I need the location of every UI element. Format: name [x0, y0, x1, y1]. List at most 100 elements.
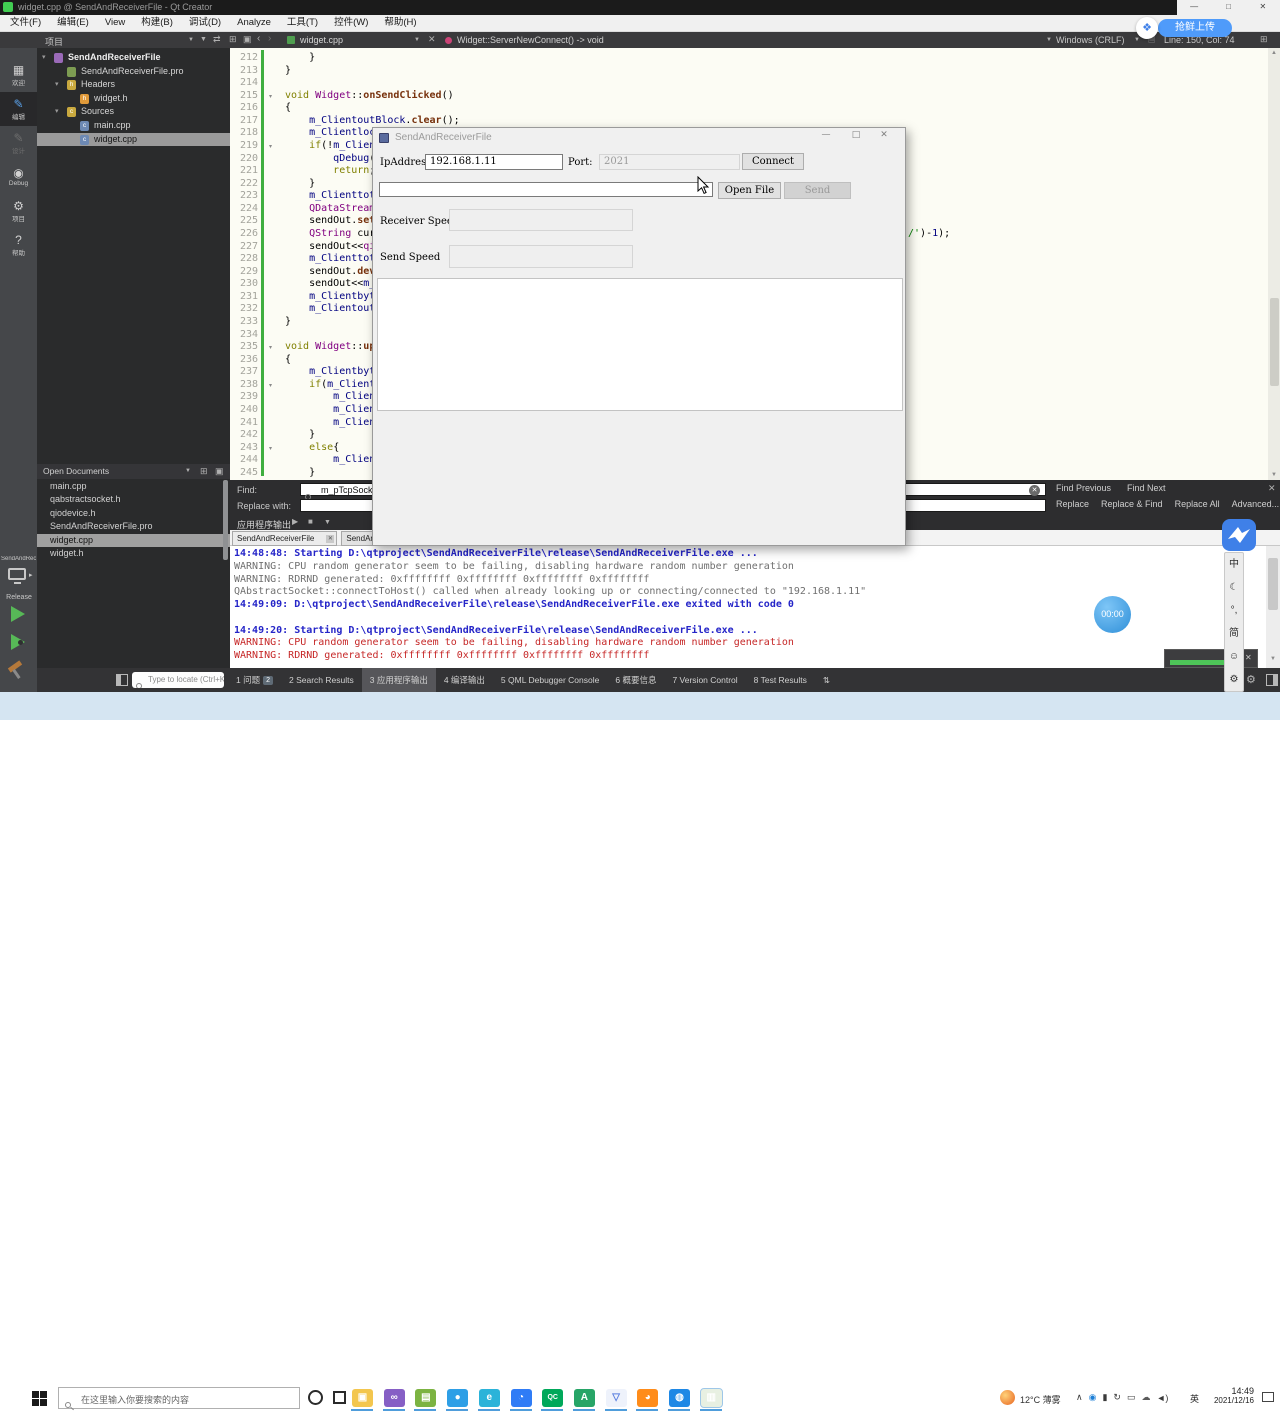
panel-icon[interactable]: ▣ — [243, 35, 252, 44]
encoding-selector[interactable]: Windows (CRLF) — [1056, 35, 1125, 45]
weather-icon[interactable] — [1000, 1390, 1015, 1405]
upload-badge[interactable]: 抢鲜上传 — [1158, 19, 1232, 37]
menu-item-3[interactable]: 构建(B) — [133, 15, 181, 31]
ime-moon-icon[interactable]: ☾ — [1230, 582, 1239, 593]
maximize-icon[interactable]: □ — [1211, 0, 1245, 15]
ime-simplified[interactable]: 简 — [1229, 628, 1239, 639]
taskbar-running-qt-app[interactable]: ▥ — [699, 1388, 723, 1408]
kit-expand-icon[interactable]: ▸ — [29, 571, 33, 579]
pane-button-3-[interactable]: 3 应用程序输出 — [361, 668, 436, 692]
rerun-icon[interactable]: ▶ — [292, 518, 298, 526]
close-progress-icon[interactable]: ✕ — [1245, 653, 1252, 662]
clock[interactable]: 14:49 2021/12/16 — [1202, 1386, 1254, 1405]
clear-find-icon[interactable]: ✕ — [1029, 485, 1040, 496]
open-doc-widget-h[interactable]: widget.h — [37, 547, 230, 560]
taskbar-chart-app[interactable]: ▤ — [415, 1389, 437, 1407]
taskbar-firefox[interactable]: ◕ — [637, 1389, 659, 1407]
weather-temp[interactable]: 12°C 薄雾 — [1020, 1393, 1061, 1406]
right-sidebar-toggle-icon[interactable] — [1266, 674, 1278, 686]
mode-debug[interactable]: ◉ Debug — [0, 160, 37, 194]
fold-marker-icon[interactable]: ▾ — [269, 344, 272, 351]
ip-address-input[interactable]: 192.168.1.11 — [425, 154, 563, 170]
pane-button-1-[interactable]: 1 问题 2 — [228, 668, 281, 692]
menu-item-7[interactable]: 控件(W) — [326, 15, 376, 31]
gear-icon[interactable]: ⚙ — [1246, 673, 1256, 686]
replace-all-button[interactable]: Replace All — [1175, 499, 1220, 509]
tree-item-sendandreceiverfile-pro[interactable]: SendAndReceiverFile.pro — [37, 65, 230, 79]
replace-button[interactable]: Replace — [1056, 499, 1089, 509]
filter-output-icon[interactable]: ▼ — [324, 519, 331, 526]
minimize-icon[interactable]: — — [1177, 0, 1211, 15]
dialog-minimize-icon[interactable]: — — [816, 130, 836, 140]
od-dropdown-icon[interactable]: ▼ — [185, 468, 191, 474]
volume-icon[interactable]: ◄) — [1156, 1393, 1168, 1403]
find-next-button[interactable]: Find Next — [1127, 483, 1166, 493]
screen-record-timer[interactable]: 00:00 — [1094, 596, 1131, 633]
hidden-icons-chevron[interactable]: ∧ — [1076, 1392, 1083, 1403]
editor-scrollbar[interactable]: ▲ ▼ — [1268, 48, 1280, 482]
chevron-down-icon[interactable]: ▼ — [188, 37, 194, 43]
pane-button-7-version-control[interactable]: 7 Version Control — [664, 668, 745, 692]
taskbar-file-explorer[interactable]: ▣ — [352, 1389, 373, 1407]
output-scroll-down-icon[interactable]: ▼ — [1270, 656, 1276, 662]
encoding-dropdown-icon-2[interactable]: ▼ — [1134, 37, 1140, 43]
expand-icon[interactable]: ▾ — [42, 51, 46, 65]
mode-design[interactable]: ✎ 设计 — [0, 126, 37, 160]
connect-button[interactable]: Connect — [742, 153, 804, 170]
scroll-down-icon[interactable]: ▼ — [1271, 472, 1277, 478]
expand-icon[interactable]: ▾ — [55, 105, 59, 119]
cortana-icon[interactable] — [308, 1390, 323, 1405]
taskbar-app-a-green[interactable]: A — [573, 1389, 595, 1407]
mode-help[interactable]: ? 帮助 — [0, 228, 37, 262]
taskbar-app-blue-circle[interactable]: ● — [447, 1389, 469, 1407]
taskbar-edge-browser[interactable]: e — [478, 1389, 500, 1407]
scroll-up-icon[interactable]: ▲ — [1271, 50, 1277, 56]
send-receiver-dialog[interactable]: SendAndReceiverFile — □ ✕ IpAddress: 192… — [372, 127, 906, 546]
microphone-icon[interactable]: ▮ — [1102, 1392, 1107, 1403]
sidebar-toggle-icon[interactable] — [116, 674, 128, 686]
document-dropdown-icon[interactable]: ▼ — [414, 37, 420, 43]
mode-edit[interactable]: ✎ 编辑 — [0, 92, 37, 126]
task-view-icon[interactable] — [333, 1391, 346, 1404]
open-doc-sendandreceiverfile-pro[interactable]: SendAndReceiverFile.pro — [37, 520, 230, 533]
pane-button-8-test-results[interactable]: 8 Test Results — [746, 668, 815, 692]
filter-icon[interactable]: ▼ — [200, 36, 207, 43]
output-scroll-handle[interactable] — [1268, 558, 1278, 610]
encoding-dropdown-icon[interactable]: ▼ — [1046, 37, 1052, 43]
menu-item-0[interactable]: 文件(F) — [2, 15, 49, 31]
fold-marker-icon[interactable]: ▾ — [269, 93, 272, 100]
close-document-icon[interactable]: ✕ — [428, 35, 436, 44]
open-documents-scrollbar[interactable] — [223, 480, 228, 560]
input-language[interactable]: 英 — [1190, 1392, 1199, 1405]
open-doc-qabstractsocket-h[interactable]: qabstractsocket.h — [37, 493, 230, 506]
ime-toolbar[interactable]: 中 ☾ °, 简 ☺ ⚙ — [1224, 552, 1244, 692]
od-split-icon[interactable]: ⊞ — [200, 467, 208, 476]
cloud-icon[interactable]: ☁ — [1141, 1392, 1150, 1403]
start-button[interactable] — [32, 1391, 47, 1406]
taskbar-visual-studio[interactable]: ∞ — [383, 1389, 405, 1407]
tree-item-sources[interactable]: ▾ c Sources — [37, 105, 230, 119]
split-add-icon[interactable]: ⊞ — [229, 35, 237, 44]
menu-item-2[interactable]: View — [97, 15, 133, 31]
netdisk-bird-icon[interactable] — [1222, 519, 1256, 551]
taskbar-baidu-netdisk[interactable]: ◔ — [510, 1389, 532, 1407]
fold-marker-icon[interactable]: ▾ — [269, 143, 272, 150]
forward-icon[interactable]: › — [268, 34, 271, 44]
taskbar-app-blue-2[interactable]: ◍ — [669, 1389, 690, 1407]
sync-icon[interactable]: ⇄ — [213, 35, 221, 44]
menu-item-8[interactable]: 帮助(H) — [376, 15, 424, 31]
menu-item-4[interactable]: 调试(D) — [181, 15, 229, 31]
notification-center-icon[interactable] — [1262, 1392, 1274, 1402]
tree-item-widget-cpp[interactable]: c widget.cpp — [37, 132, 230, 147]
pane-button-4-[interactable]: 4 编译输出 — [436, 668, 493, 692]
dialog-text-area[interactable] — [377, 278, 903, 411]
taskbar-qc-app[interactable]: QC — [542, 1389, 564, 1407]
open-file-button[interactable]: Open File — [718, 182, 781, 199]
open-doc-qiodevice-h[interactable]: qiodevice.h — [37, 507, 230, 520]
ime-settings-icon[interactable]: ⚙ — [1230, 674, 1239, 685]
advanced--button[interactable]: Advanced... — [1232, 499, 1280, 509]
ime-emoji-icon[interactable]: ☺ — [1229, 651, 1239, 662]
mode-projects[interactable]: ⚙ 项目 — [0, 194, 37, 228]
sync-icon[interactable]: ↻ — [1113, 1392, 1121, 1403]
editor-scroll-handle[interactable] — [1269, 298, 1279, 386]
